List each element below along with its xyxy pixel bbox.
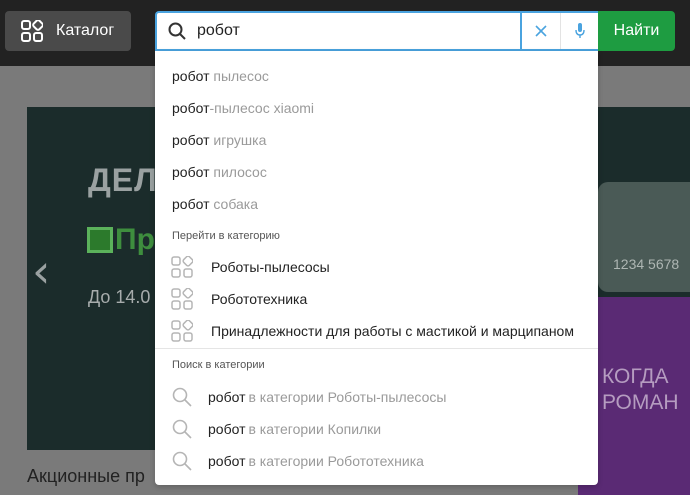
search-icon [172,419,192,439]
suggestion-item[interactable]: робот пылесос [172,68,269,84]
bank-logo: Пр [87,222,162,258]
suggestion-query: робот [172,100,210,116]
category-grid-icon [171,256,193,278]
suggestion-completion: собака [209,196,259,212]
catalog-grid-icon [21,20,43,42]
suggestion-item[interactable]: робот собака [172,196,258,212]
card-number: 1234 5678 [613,256,680,272]
suggestion-query: робот [172,68,210,84]
suggestion-query: робот [172,196,210,212]
category-grid-icon [171,320,193,342]
carousel-prev-arrow[interactable]: ‹ [32,244,50,298]
scoped-category: в категории Робототехника [248,453,424,469]
category-label: Робототехника [211,291,308,307]
purple-banner-text: КОГДА РОМАН [602,364,679,416]
suggestion-item[interactable]: робот-пылесос xiaomi [172,100,314,116]
divider [155,348,598,349]
scoped-query: робот [208,453,246,469]
microphone-icon[interactable] [560,13,598,49]
promo-heading: Акционные пр [27,466,145,486]
bank-logo-text: Пр [115,223,155,256]
scope-section-title: Поиск в категории [172,359,265,371]
search-icon [172,387,192,407]
search-input[interactable] [197,13,520,49]
suggestion-item[interactable]: робот пилосос [172,164,267,180]
scoped-query: робот [208,421,246,437]
bank-card-image [598,182,690,292]
clear-icon[interactable] [522,13,560,49]
search-icon [157,13,197,49]
suggestion-query: робот [172,132,210,148]
catalog-label: Каталог [56,22,115,39]
catalog-button[interactable]: Каталог [5,11,131,51]
suggestion-completion: пилосос [209,164,267,180]
search-box[interactable] [155,11,598,51]
scoped-category: в категории Роботы-пылесосы [248,389,447,405]
scoped-search-item[interactable]: робот в категории Роботы-пылесосы [172,387,446,407]
scoped-search-item[interactable]: робот в категории Копилки [172,419,381,439]
bank-logo-mark [87,227,113,253]
category-label: Принадлежности для работы с мастикой и м… [211,323,574,339]
scoped-search-item[interactable]: робот в категории Робототехника [172,451,424,471]
category-link[interactable]: Роботы-пылесосы [171,256,330,278]
purple-line-2: РОМАН [602,391,679,414]
banner-heading: ДЕЛ [88,162,158,198]
search-tools [520,13,598,49]
category-grid-icon [171,288,193,310]
search-icon [172,451,192,471]
suggestion-completion: -пылесос xiaomi [209,100,315,116]
banner-date: До 14.0 [88,287,151,307]
search-suggestions-dropdown: робот пылесос робот-пылесос xiaomi робот… [155,51,598,485]
suggestion-completion: игрушка [209,132,267,148]
category-link[interactable]: Робототехника [171,288,307,310]
suggestion-completion: пылесос [209,68,269,84]
scoped-category: в категории Копилки [248,421,382,437]
category-label: Роботы-пылесосы [211,259,330,275]
category-link[interactable]: Принадлежности для работы с мастикой и м… [171,320,574,342]
scoped-query: робот [208,389,246,405]
suggestion-item[interactable]: робот игрушка [172,132,266,148]
categories-section-title: Перейти в категорию [172,230,280,242]
purple-line-1: КОГДА [602,365,669,388]
suggestion-query: робот [172,164,210,180]
find-button[interactable]: Найти [598,11,675,51]
